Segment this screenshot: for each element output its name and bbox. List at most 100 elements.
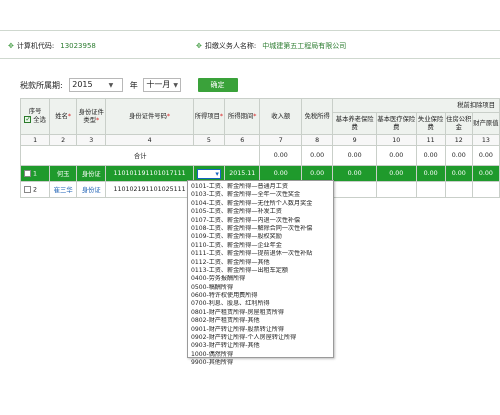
taxpayer-info-bar: ✥ 计算机代码: 13023958 ✥ 扣缴义务人名称: 中城建第五工程局有限公司	[0, 30, 500, 59]
col-housing-fund-header: 住房公积金	[444, 112, 473, 135]
row-seq: 2	[33, 186, 38, 194]
bullet-icon: ✥	[8, 42, 14, 50]
dropdown-option[interactable]: 0111-工资、薪金所得—提前退休一次性补贴	[191, 250, 333, 258]
dropdown-option[interactable]: 0801-财产租赁所得-房屋租赁所得	[191, 309, 333, 317]
confirm-button[interactable]: 确定	[197, 78, 238, 92]
withholder-name-field: ✥ 扣缴义务人名称: 中城建第五工程局有限公司	[196, 41, 346, 51]
income-item-select[interactable]: ▾	[196, 168, 221, 179]
row-id-no[interactable]: 110101191101017111	[105, 165, 194, 182]
deduction-group-header: 税前扣除项目	[332, 98, 500, 113]
dropdown-option[interactable]: 0105-工资、薪金所得—补发工资	[191, 208, 333, 216]
required-mark: *	[166, 112, 171, 120]
row-value[interactable]: 0.00	[471, 165, 500, 182]
row-value[interactable]: 0.00	[444, 165, 473, 182]
col-seq-header: 序号全选	[19, 98, 51, 135]
col-number: 2	[49, 134, 78, 146]
month-select[interactable]: 十一月 ▼	[143, 78, 181, 92]
col-number: 6	[224, 134, 261, 146]
row-seq-cell: 2	[19, 181, 51, 198]
col-id-type-header: 身份证件类型*	[76, 98, 107, 135]
dropdown-option[interactable]: 0101-工资、薪金所得—普通月工资	[191, 183, 333, 191]
withholder-name-value: 中城建第五工程局有限公司	[262, 42, 347, 50]
dropdown-option[interactable]: 0802-财产租赁所得-其他	[191, 317, 333, 325]
row-checkbox[interactable]	[24, 185, 31, 193]
taxpayer-code-field: ✥ 计算机代码: 13023958	[8, 41, 96, 51]
month-value: 十一月	[146, 80, 171, 89]
income-item-dropdown: 0101-工资、薪金所得—普通月工资 0103-工资、薪金所得—全年一次性奖金 …	[187, 180, 334, 366]
dropdown-option[interactable]: 0107-工资、薪金所得—内退一次性补偿	[191, 217, 333, 225]
col-number: 11	[415, 134, 446, 146]
row-name[interactable]: 崔三华	[49, 181, 78, 198]
row-checkbox[interactable]	[24, 169, 31, 177]
total-value: 0.00	[471, 145, 500, 166]
dropdown-option[interactable]: 0110-工资、薪金所得—企业年金	[191, 242, 333, 250]
row-value[interactable]: 0.00	[332, 165, 378, 182]
row-id-type[interactable]: 身份证	[76, 165, 107, 182]
required-mark: *	[219, 112, 224, 120]
income-period-header-label: 所得期间	[228, 112, 254, 120]
total-value: 0.00	[332, 145, 378, 166]
dropdown-option[interactable]: 0902-财产转让所得-个人房屋转让所得	[191, 334, 333, 342]
row-value[interactable]	[332, 181, 378, 198]
col-income-period-header: 所得期间*	[224, 98, 261, 135]
year-select[interactable]: 2015 ▼	[69, 78, 124, 92]
row-id-no[interactable]: 110102191101025111	[105, 181, 194, 198]
col-number: 10	[376, 134, 417, 146]
col-number: 13	[471, 134, 500, 146]
column-number-row: 1 2 3 4 5 6 7 8 9 10 11 12 13	[19, 134, 500, 146]
row-value[interactable]: 0.00	[415, 165, 446, 182]
dropdown-option[interactable]: 0600-特许权使用费所得	[191, 292, 333, 300]
row-id-type[interactable]: 身份证	[76, 181, 107, 198]
row-value[interactable]	[444, 181, 473, 198]
col-number: 12	[444, 134, 473, 146]
total-value: 0.00	[301, 145, 334, 166]
col-unemployment-header: 失业保险费	[415, 112, 446, 135]
dropdown-option[interactable]: 0109-工资、薪金所得—股权奖励	[191, 233, 333, 241]
select-all-checkbox[interactable]	[24, 115, 32, 124]
col-number: 9	[332, 134, 378, 146]
dropdown-option[interactable]: 9900-其他所得	[191, 359, 333, 367]
dropdown-option[interactable]: 0108-工资、薪金所得—解除合同一次性补偿	[191, 225, 333, 233]
row-seq-cell: 1	[19, 165, 51, 182]
dropdown-option[interactable]: 0903-财产转让所得-其他	[191, 342, 333, 350]
required-mark: *	[253, 112, 257, 120]
dropdown-option[interactable]: 0500-稿酬所得	[191, 284, 333, 292]
bullet-icon: ✥	[196, 42, 202, 50]
row-name[interactable]: 何玉	[49, 165, 78, 182]
period-label: 税款所属期:	[20, 80, 63, 90]
total-value: 0.00	[376, 145, 417, 166]
total-value: 0.00	[444, 145, 473, 166]
dropdown-option[interactable]: 0700-利息、股息、红利所得	[191, 300, 333, 308]
dropdown-option[interactable]: 1000-偶然所得	[191, 351, 333, 359]
dropdown-option[interactable]: 0901-财产转让所得-股票转让所得	[191, 326, 333, 334]
total-value: 0.00	[259, 145, 303, 166]
dropdown-option[interactable]: 0104-工资、薪金所得—无住所个人数月奖金	[191, 200, 333, 208]
id-no-header-label: 身份证件号码	[129, 112, 167, 120]
col-number: 5	[192, 134, 226, 146]
row-value[interactable]	[415, 181, 446, 198]
dropdown-option[interactable]: 0400-劳务报酬所得	[191, 275, 333, 283]
row-value[interactable]: 0.00	[376, 165, 417, 182]
dropdown-option[interactable]: 0113-工资、薪金所得—出租车定额	[191, 267, 333, 275]
taxpayer-code-value: 13023958	[60, 42, 96, 50]
dropdown-option[interactable]: 0103-工资、薪金所得—全年一次性奖金	[191, 191, 333, 199]
total-value: 0.00	[415, 145, 446, 166]
row-value[interactable]	[471, 181, 500, 198]
income-item-header-label: 所得项目	[194, 112, 220, 120]
chevron-down-icon: ▼	[173, 82, 178, 89]
period-selector: 税款所属期: 2015 ▼ 年 十一月 ▼ 确定	[20, 78, 238, 94]
required-mark: *	[95, 116, 100, 124]
select-all-label: 全选	[33, 116, 46, 124]
chevron-down-icon: ▾	[215, 169, 219, 178]
col-name-header: 姓名*	[49, 98, 78, 135]
dropdown-option[interactable]: 0112-工资、薪金所得—其他	[191, 259, 333, 267]
col-pension-header: 基本养老保险费	[332, 112, 378, 135]
year-unit-label: 年	[129, 80, 138, 90]
row-value[interactable]	[376, 181, 417, 198]
col-tax-exempt-header: 免税所得	[301, 98, 334, 135]
total-row: 合计 0.00 0.00 0.00 0.00 0.00 0.00 0.00	[19, 145, 500, 166]
col-income-item-header: 所得项目*	[192, 98, 226, 135]
col-number: 1	[19, 134, 51, 146]
id-type-header-label: 身份证件类型	[78, 108, 104, 124]
required-mark: *	[67, 112, 72, 120]
